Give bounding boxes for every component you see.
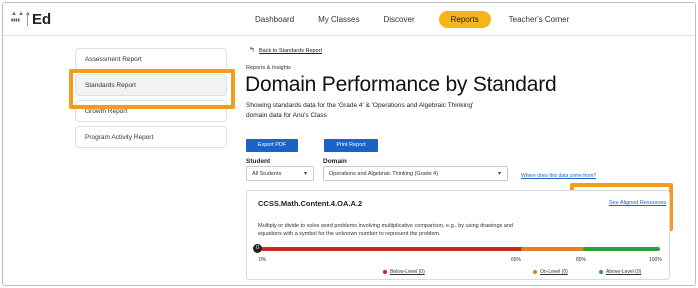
legend-label: On-Level (0) [540, 269, 568, 275]
back-to-standards-link[interactable]: Back to Standards Report [259, 48, 322, 54]
green-dot-icon [599, 270, 603, 274]
top-nav-bar: ▲▲▲ ▮▮▮▮ Ed Dashboard My Classes Discove… [3, 3, 695, 36]
domain-select-value: Operations and Algebraic Thinking (Grade… [329, 171, 439, 177]
student-select[interactable]: All Students ▾ [246, 166, 314, 181]
orange-dot-icon [533, 270, 537, 274]
standard-card: CCSS.Math.Content.4.OA.A.2 See Aligned R… [246, 190, 670, 280]
logo-icon: ▲▲▲ ▮▮▮▮ [11, 11, 32, 22]
page-subtitle: Showing standards data for the 'Grade 4'… [246, 102, 474, 119]
tick-label: 100% [649, 257, 662, 263]
legend-label: Above-Level (0) [606, 269, 642, 275]
print-report-button[interactable]: Print Report [324, 139, 378, 152]
standard-description: Multiply or divide to solve word problem… [258, 223, 513, 237]
legend-on-level: On-Level (0) [533, 269, 568, 275]
nav-dashboard[interactable]: Dashboard [255, 11, 294, 28]
domain-label: Domain [323, 158, 347, 165]
main-nav: Dashboard My Classes Discover Reports Te… [255, 11, 593, 28]
chevron-down-icon: ▾ [497, 171, 501, 177]
standards-report-highlight [69, 69, 235, 109]
above-level-bar [583, 247, 660, 251]
student-count-marker: 0 [253, 244, 262, 253]
logo-divider [27, 12, 28, 26]
student-label: Student [246, 158, 271, 165]
legend-below-level: Below-Level (0) [383, 269, 425, 275]
red-dot-icon [383, 270, 387, 274]
tick-label: 65% [511, 257, 522, 263]
below-level-bar [261, 247, 525, 251]
nav-teachers-corner[interactable]: Teacher's Corner [509, 11, 570, 28]
nav-discover[interactable]: Discover [383, 11, 414, 28]
tick-label: 0% [259, 257, 267, 263]
back-arrow-icon[interactable]: ↰ [249, 46, 255, 54]
sidebar-item-program-activity-report[interactable]: Program Activity Report [75, 126, 227, 148]
chevron-down-icon: ▾ [303, 171, 307, 177]
domain-select[interactable]: Operations and Algebraic Thinking (Grade… [323, 166, 508, 181]
tick-label: 80% [576, 257, 587, 263]
nav-reports[interactable]: Reports [438, 11, 491, 28]
app-window: ▲▲▲ ▮▮▮▮ Ed Dashboard My Classes Discove… [2, 2, 696, 286]
see-aligned-resources-link[interactable]: See Aligned Resources [609, 200, 666, 206]
student-select-value: All Students [252, 171, 282, 177]
standard-code: CCSS.Math.Content.4.OA.A.2 [258, 199, 363, 208]
export-pdf-button[interactable]: Export PDF [246, 139, 298, 152]
legend-label: Below-Level (0) [390, 269, 425, 275]
nav-my-classes[interactable]: My Classes [318, 11, 359, 28]
data-source-link[interactable]: Where does this data come from? [521, 173, 596, 179]
legend-above-level: Above-Level (0) [599, 269, 641, 275]
brand-name[interactable]: Ed [32, 11, 51, 28]
sidebar-item-assessment-report[interactable]: Assessment Report [75, 48, 227, 70]
breadcrumb: Reports & Insights [246, 65, 291, 71]
page-title: Domain Performance by Standard [245, 73, 557, 96]
on-level-bar [521, 247, 589, 251]
